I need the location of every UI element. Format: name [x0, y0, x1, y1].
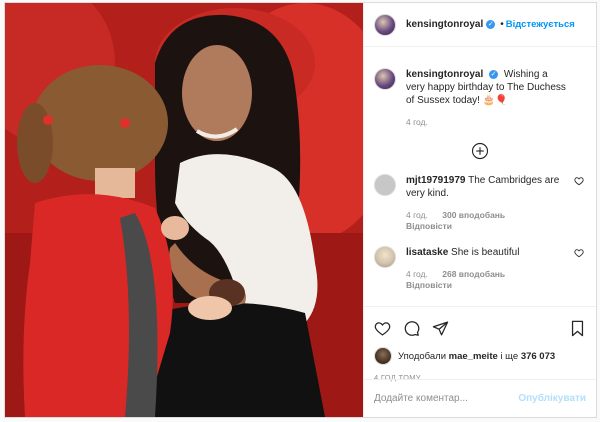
- comment-likes[interactable]: 300 вподобань: [442, 210, 505, 220]
- comments-list: kensingtonroyal ✓ Wishing a very happy b…: [364, 48, 596, 305]
- verified-icon: ✓: [489, 69, 499, 79]
- likes-prefix: Уподобали: [398, 350, 447, 362]
- commenter-avatar[interactable]: [374, 246, 396, 268]
- comment-username[interactable]: mjt19791979: [406, 175, 466, 186]
- comment-item: lisataske She is beautiful 4 год. 268 вп…: [374, 246, 586, 291]
- post-header: kensingtonroyal ✓ • Відстежується: [364, 3, 596, 47]
- caption-username[interactable]: kensingtonroyal: [406, 69, 483, 80]
- post-actions: Уподобали mae_meite і ще 376 073 4 ГОД Т…: [364, 306, 596, 382]
- comment-item: mjt19791979 The Cambridges are very kind…: [374, 174, 586, 232]
- verified-icon: ✓: [486, 20, 496, 29]
- add-comment-icon[interactable]: [471, 142, 489, 160]
- author-avatar[interactable]: [374, 13, 396, 36]
- commenter-avatar[interactable]: [374, 174, 396, 196]
- caption-comment: kensingtonroyal ✓ Wishing a very happy b…: [374, 68, 586, 128]
- author-avatar[interactable]: [374, 68, 396, 90]
- author-username[interactable]: kensingtonroyal: [406, 19, 483, 30]
- comment-heart-icon[interactable]: [574, 248, 584, 258]
- post-sidebar: kensingtonroyal ✓ • Відстежується kensin…: [363, 3, 596, 417]
- comment-icon[interactable]: [403, 320, 420, 337]
- likes-count[interactable]: 376 073: [521, 351, 555, 362]
- liker-username[interactable]: mae_meite: [449, 351, 498, 362]
- share-icon[interactable]: [432, 320, 449, 337]
- comment-time[interactable]: 4 год.: [406, 269, 428, 279]
- add-comment-bar: Опублікувати: [364, 379, 596, 417]
- follow-status-button[interactable]: Відстежується: [506, 19, 575, 30]
- comment-input[interactable]: [374, 393, 519, 404]
- likes-suffix: і ще: [500, 350, 519, 362]
- separator-dot: •: [500, 19, 504, 30]
- post-dialog: kensingtonroyal ✓ • Відстежується kensin…: [4, 2, 597, 418]
- liker-avatar[interactable]: [374, 347, 392, 365]
- comment-heart-icon[interactable]: [574, 176, 584, 186]
- likes-summary: Уподобали mae_meite і ще 376 073: [374, 347, 586, 365]
- post-photo[interactable]: [5, 3, 363, 417]
- comment-time[interactable]: 4 год.: [406, 210, 428, 220]
- publish-button[interactable]: Опублікувати: [518, 393, 586, 404]
- caption-time[interactable]: 4 год.: [406, 117, 428, 127]
- reply-button[interactable]: Відповісти: [406, 280, 452, 290]
- photo-illustration: [5, 3, 363, 417]
- comment-likes[interactable]: 268 вподобань: [442, 269, 505, 279]
- reply-button[interactable]: Відповісти: [406, 221, 452, 231]
- comment-username[interactable]: lisataske: [406, 247, 448, 258]
- heart-icon[interactable]: [374, 320, 391, 337]
- comment-text: She is beautiful: [451, 247, 520, 258]
- bookmark-icon[interactable]: [569, 320, 586, 337]
